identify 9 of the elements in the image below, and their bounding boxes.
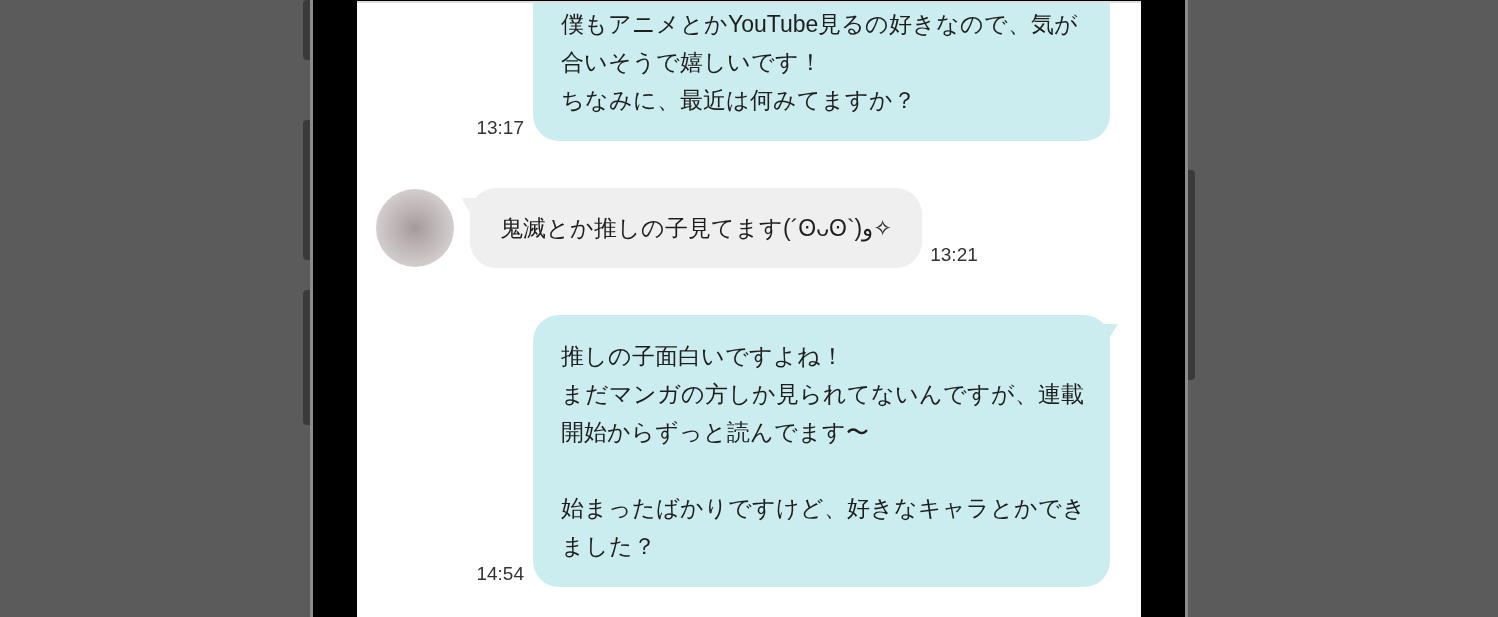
message-text: ちなみに、最近は何みてますか？ — [561, 86, 917, 115]
message-time: 14:54 — [476, 564, 524, 586]
message-text: 鬼滅とか推しの子見てます(´ʘᴗʘ`)و✧ — [500, 214, 893, 244]
message-time: 13:17 — [476, 118, 524, 140]
message-text: 始まったばかりですけど、好きなキャラとかできました？ — [561, 494, 1087, 561]
message-text: まだマンガの方しか見られてないんですが、連載開始からずっと読んでます〜 — [561, 380, 1085, 447]
message-text: 僕もアニメとかYouTube見るの好きなので、気が合いそうで嬉しいです！ — [561, 10, 1080, 77]
message-time: 13:21 — [930, 245, 978, 267]
message-text: 推しの子面白いですよね！ — [561, 342, 845, 371]
